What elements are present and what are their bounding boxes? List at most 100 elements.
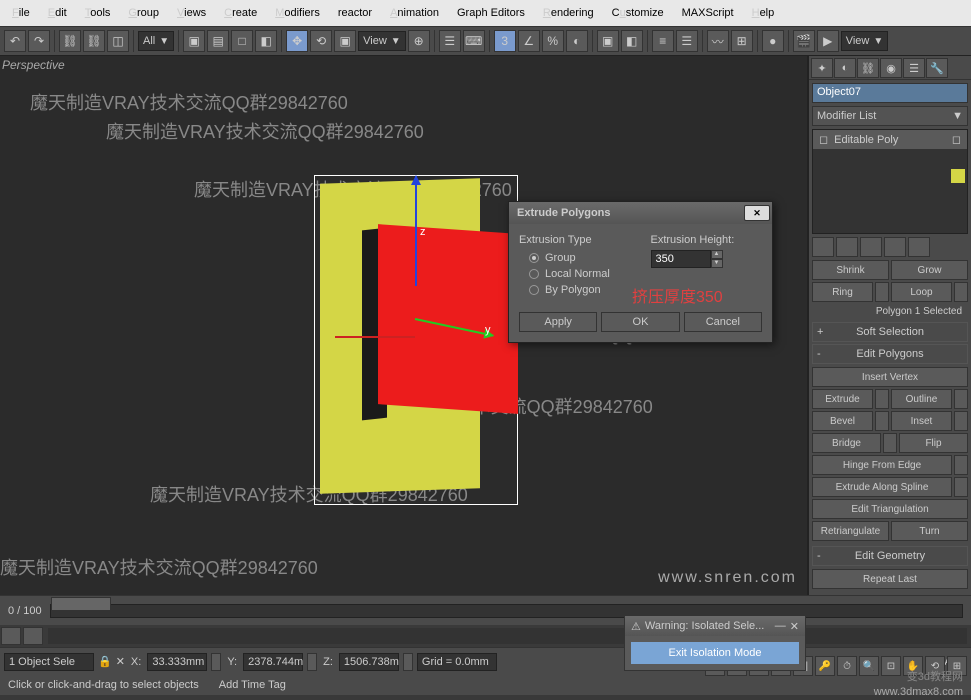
object-color-swatch[interactable] bbox=[950, 168, 966, 184]
menu-maxscript[interactable]: MAXScript bbox=[674, 4, 742, 22]
align-button[interactable]: ≡ bbox=[652, 30, 674, 52]
gizmo-z-axis[interactable] bbox=[415, 176, 417, 286]
display-tab-icon[interactable]: ☰ bbox=[903, 58, 925, 78]
radio-group[interactable]: Group bbox=[519, 250, 631, 266]
bevel-button[interactable]: Bevel bbox=[812, 411, 873, 431]
timeline[interactable]: 0 / 100 bbox=[0, 595, 971, 625]
menu-file[interactable]: File bbox=[4, 4, 38, 22]
snap-button[interactable]: 3 bbox=[494, 30, 516, 52]
lock-icon[interactable]: 🔒 bbox=[98, 655, 112, 668]
extrude-button[interactable]: Extrude bbox=[812, 389, 873, 409]
bind-button[interactable]: ◫ bbox=[107, 30, 129, 52]
hinge-settings-button[interactable] bbox=[954, 455, 968, 475]
minimize-icon[interactable]: — bbox=[775, 620, 786, 632]
menu-rendering[interactable]: Rendering bbox=[535, 4, 602, 22]
extrude-spline-settings-button[interactable] bbox=[954, 477, 968, 497]
x-coord-field[interactable]: 33.333mm bbox=[147, 653, 207, 671]
inset-settings-button[interactable] bbox=[954, 411, 968, 431]
time-marker[interactable] bbox=[51, 597, 111, 611]
ok-button[interactable]: OK bbox=[601, 312, 679, 332]
spinner-up-button[interactable]: ▲ bbox=[711, 250, 723, 259]
remove-modifier-button[interactable] bbox=[884, 237, 906, 257]
menu-animation[interactable]: Animation bbox=[382, 4, 447, 22]
dialog-titlebar[interactable]: Extrude Polygons ✕ bbox=[509, 202, 772, 224]
time-config-button[interactable]: ⏱ bbox=[837, 656, 857, 676]
motion-tab-icon[interactable]: ◉ bbox=[880, 58, 902, 78]
x-spinner[interactable] bbox=[211, 653, 221, 671]
named-sel-button[interactable]: ▣ bbox=[597, 30, 619, 52]
rotate-button[interactable]: ⟲ bbox=[310, 30, 332, 52]
render-preset[interactable]: View ▼ bbox=[841, 31, 889, 51]
select-button[interactable]: ▣ bbox=[183, 30, 205, 52]
unlink-button[interactable]: ⛓ bbox=[83, 30, 105, 52]
ring-spinner[interactable] bbox=[875, 282, 889, 302]
menu-reactor[interactable]: reactor bbox=[330, 4, 380, 22]
angle-snap-button[interactable]: ∠ bbox=[518, 30, 540, 52]
pin-stack-button[interactable] bbox=[812, 237, 834, 257]
schematic-button[interactable]: ⊞ bbox=[731, 30, 753, 52]
menu-group[interactable]: Group bbox=[120, 4, 167, 22]
configure-sets-button[interactable] bbox=[908, 237, 930, 257]
track-btn-2[interactable] bbox=[23, 627, 43, 645]
menu-graph[interactable]: Graph Editors bbox=[449, 4, 533, 22]
gizmo-x-axis[interactable] bbox=[335, 336, 415, 338]
insert-vertex-button[interactable]: Insert Vertex bbox=[812, 367, 968, 387]
bridge-button[interactable]: Bridge bbox=[812, 433, 881, 453]
keyboard-button[interactable]: ⌨ bbox=[463, 30, 485, 52]
modifier-stack[interactable]: ◻ Editable Poly ◻ bbox=[812, 129, 968, 234]
extrude-settings-button[interactable] bbox=[875, 389, 889, 409]
track-btn-1[interactable] bbox=[1, 627, 21, 645]
select-name-button[interactable]: ▤ bbox=[207, 30, 229, 52]
hierarchy-tab-icon[interactable]: ⛓ bbox=[857, 58, 879, 78]
menu-customize[interactable]: Customize bbox=[604, 4, 672, 22]
scale-button[interactable]: ▣ bbox=[334, 30, 356, 52]
time-tag-button[interactable]: Add Time Tag bbox=[219, 679, 286, 691]
turn-button[interactable]: Turn bbox=[891, 521, 968, 541]
extrusion-height-field[interactable]: 350 bbox=[651, 250, 711, 268]
bevel-settings-button[interactable] bbox=[875, 411, 889, 431]
render-scene-button[interactable]: 🎬 bbox=[793, 30, 815, 52]
menu-create[interactable]: Create bbox=[216, 4, 265, 22]
edit-tri-button[interactable]: Edit Triangulation bbox=[812, 499, 968, 519]
spinner-snap-button[interactable]: ◐ bbox=[566, 30, 588, 52]
y-coord-field[interactable]: 2378.744m bbox=[243, 653, 303, 671]
track-bar[interactable] bbox=[0, 625, 971, 647]
menu-modifiers[interactable]: Modifiers bbox=[267, 4, 328, 22]
redo-button[interactable]: ↷ bbox=[28, 30, 50, 52]
stack-item-editable-poly[interactable]: ◻ Editable Poly ◻ bbox=[813, 130, 967, 149]
menu-views[interactable]: Views bbox=[169, 4, 214, 22]
rollout-edit-polygons[interactable]: -Edit Polygons bbox=[812, 344, 968, 364]
modify-tab-icon[interactable]: ◐ bbox=[834, 58, 856, 78]
curve-editor-button[interactable]: 〰 bbox=[707, 30, 729, 52]
crossing-icon[interactable]: ✕ bbox=[116, 655, 125, 668]
utilities-tab-icon[interactable]: 🔧 bbox=[926, 58, 948, 78]
time-slider[interactable] bbox=[50, 604, 963, 618]
zoom-button[interactable]: 🔍 bbox=[859, 656, 879, 676]
retriangulate-button[interactable]: Retriangulate bbox=[812, 521, 889, 541]
flip-button[interactable]: Flip bbox=[899, 433, 968, 453]
radio-local-normal[interactable]: Local Normal bbox=[519, 266, 631, 282]
key-mode-button[interactable]: 🔑 bbox=[815, 656, 835, 676]
percent-snap-button[interactable]: % bbox=[542, 30, 564, 52]
z-coord-field[interactable]: 1506.738m bbox=[339, 653, 399, 671]
exit-isolation-button[interactable]: Exit Isolation Mode bbox=[631, 642, 799, 664]
make-unique-button[interactable] bbox=[860, 237, 882, 257]
z-spinner[interactable] bbox=[403, 653, 413, 671]
link-button[interactable]: ⛓ bbox=[59, 30, 81, 52]
extrude-spline-button[interactable]: Extrude Along Spline bbox=[812, 477, 952, 497]
close-icon[interactable]: ✕ bbox=[790, 620, 799, 633]
spinner-down-button[interactable]: ▼ bbox=[711, 259, 723, 268]
outline-button[interactable]: Outline bbox=[891, 389, 952, 409]
manipulate-button[interactable]: ☰ bbox=[439, 30, 461, 52]
render-button[interactable]: ▶ bbox=[817, 30, 839, 52]
outline-settings-button[interactable] bbox=[954, 389, 968, 409]
window-crossing-button[interactable]: ◧ bbox=[255, 30, 277, 52]
menu-tools[interactable]: Tools bbox=[77, 4, 119, 22]
cancel-button[interactable]: Cancel bbox=[684, 312, 762, 332]
radio-by-polygon[interactable]: By Polygon bbox=[519, 282, 631, 298]
close-icon[interactable]: ✕ bbox=[744, 205, 770, 221]
ref-coord-system[interactable]: View ▼ bbox=[358, 31, 406, 51]
pivot-button[interactable]: ⊕ bbox=[408, 30, 430, 52]
undo-button[interactable]: ↶ bbox=[4, 30, 26, 52]
select-region-button[interactable]: □ bbox=[231, 30, 253, 52]
